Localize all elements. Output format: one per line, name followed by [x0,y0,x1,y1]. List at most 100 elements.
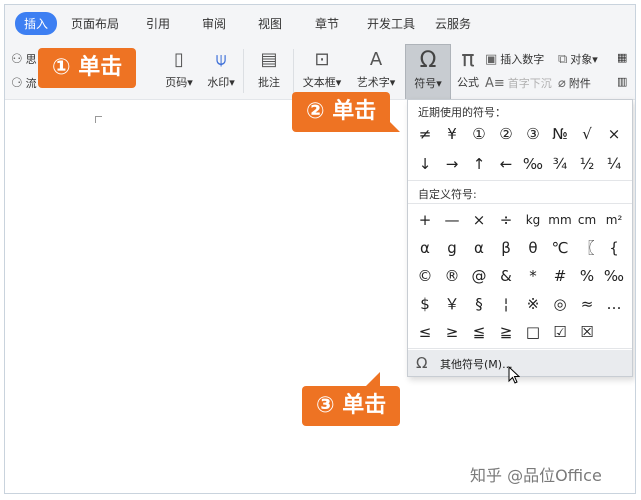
symbol-cell[interactable]: ￥ [439,291,465,317]
symbol-cell[interactable]: α [412,235,438,261]
symbol-cell[interactable]: ÷ [493,207,519,233]
page-number-button[interactable]: ▯ 页码▾ [159,49,199,90]
symbol-dropdown: 近期使用的符号： ≠ ¥ ① ② ③ № √ × ↓ → ↑ ← ‰ ¾ ½ ¼ 自定义符号: + — × ÷ kg m… [407,99,633,377]
symbol-cell[interactable]: * [520,263,546,289]
tab-developer[interactable]: 开发工具 [367,15,415,32]
step3-callout: ③ 单击 [302,372,401,426]
symbol-cell[interactable]: ≧ [493,319,519,345]
ribbon-tab-bar: 插入 页面布局 引用 审阅 视图 章节 开发工具 云服务 [5,5,635,43]
symbol-cell[interactable]: # [547,263,573,289]
symbol-cell[interactable]: β [493,235,519,261]
formula-button[interactable]: π 公式 [451,49,485,90]
flowchart-icon: ⚆ [11,76,23,91]
symbol-cell[interactable]: ☑ [547,319,573,345]
symbol-cell[interactable]: ≦ [466,319,492,345]
symbol-cell[interactable]: ≥ [439,319,465,345]
symbol-cell[interactable]: ≠ [412,121,438,147]
symbol-cell[interactable]: § [466,291,492,317]
symbol-cell[interactable]: $ [412,291,438,317]
symbol-cell[interactable]: ← [493,151,519,177]
flowchart-button[interactable]: ⚆ 流 [11,75,37,91]
tab-view[interactable]: 视图 [258,15,282,32]
symbol-cell[interactable]: % [574,263,600,289]
tab-cloud[interactable]: 云服务 [435,15,471,32]
symbol-cell[interactable]: © [412,263,438,289]
symbol-cell[interactable]: ¥ [439,121,465,147]
step2-callout: ② 单击 [292,92,401,132]
symbol-cell[interactable]: m² [601,207,627,233]
symbol-cell[interactable]: + [412,207,438,233]
tab-insert[interactable]: 插入 [15,12,58,35]
symbol-cell[interactable]: @ [466,263,492,289]
symbol-cell[interactable]: ¼ [601,151,627,177]
symbol-cell[interactable]: × [601,121,627,147]
watermark-icon: ⍦ [215,49,227,70]
custom-symbols-title: 自定义符号: [418,188,477,201]
symbol-cell[interactable]: cm [574,207,600,233]
symbol-cell[interactable]: ց [439,235,465,261]
watermark-button[interactable]: ⍦ 水印▾ [201,49,241,90]
document-icon[interactable]: ▥ [617,75,627,88]
recent-symbols-title: 近期使用的符号： [418,106,506,119]
pi-icon: π [461,47,475,72]
symbol-cell[interactable]: ② [493,121,519,147]
symbol-cell[interactable]: × [466,207,492,233]
other-symbols-item[interactable]: Ω 其他符号(M)... [408,350,632,376]
textbox-icon: ⊡ [314,49,330,70]
calendar-icon[interactable]: ▦ [617,51,627,64]
panel-divider [408,348,632,349]
symbol-cell[interactable]: → [439,151,465,177]
tab-review[interactable]: 审阅 [202,15,226,32]
symbol-cell[interactable]: ① [466,121,492,147]
symbol-cell[interactable]: mm [547,207,573,233]
zhihu-watermark: 知乎 @品位Office [470,466,602,485]
symbol-cell[interactable]: ③ [520,121,546,147]
page-corner-mark [95,116,102,123]
object-icon: ⧉ [558,52,568,67]
symbol-cell[interactable]: ☒ [574,319,600,345]
textbox-button[interactable]: ⊡ 文本框▾ [297,49,347,90]
wordart-button[interactable]: A 艺术字▾ [351,49,401,90]
symbol-cell[interactable]: θ [520,235,546,261]
mouse-cursor-icon [508,366,520,384]
symbol-cell[interactable]: √ [574,121,600,147]
symbol-cell[interactable]: — [439,207,465,233]
annotation-button[interactable]: ▤ 批注 [249,49,289,90]
step1-callout: ① 单击 [38,48,137,88]
symbol-cell[interactable]: ¾ [547,151,573,177]
tab-page-layout[interactable]: 页面布局 [71,15,119,32]
symbol-cell[interactable]: ↓ [412,151,438,177]
symbol-cell[interactable]: ◎ [547,291,573,317]
symbol-cell[interactable]: ‰ [520,151,546,177]
insert-number-button[interactable]: ▣ 插入数字 [485,51,544,67]
symbol-cell[interactable]: ≤ [412,319,438,345]
annotation-icon: ▤ [260,49,278,70]
drop-cap-button[interactable]: A≡ 首字下沉 [485,75,552,91]
object-button[interactable]: ⧉ 对象▾ [558,51,598,67]
symbol-cell[interactable]: 〖 [574,235,600,261]
tab-chapter[interactable]: 章节 [315,15,339,32]
symbol-cell[interactable]: ‰ [601,263,627,289]
wordart-icon: A [369,49,383,70]
symbol-cell[interactable]: … [601,291,627,317]
symbol-cell[interactable]: ½ [574,151,600,177]
paperclip-icon: ⌀ [558,76,566,91]
symbol-cell[interactable]: ℃ [547,235,573,261]
symbol-cell[interactable]: ↑ [466,151,492,177]
symbol-cell[interactable]: { [601,235,627,261]
symbol-cell[interactable]: № [547,121,573,147]
symbol-cell[interactable]: ® [439,263,465,289]
omega-icon: Ω [419,48,437,73]
symbol-cell[interactable]: ※ [520,291,546,317]
mindmap-icon: ⚇ [11,52,23,67]
symbol-cell[interactable]: & [493,263,519,289]
symbol-cell[interactable]: □ [520,319,546,345]
tab-references[interactable]: 引用 [146,15,170,32]
symbol-cell[interactable]: kg [520,207,546,233]
symbol-cell[interactable]: ≈ [574,291,600,317]
symbol-cell[interactable]: ¦ [493,291,519,317]
symbol-cell[interactable]: α [466,235,492,261]
attachment-button[interactable]: ⌀ 附件 [558,75,591,91]
mindmap-button[interactable]: ⚇ 思 [11,51,37,67]
symbol-button[interactable]: Ω 符号▾ [405,44,451,100]
